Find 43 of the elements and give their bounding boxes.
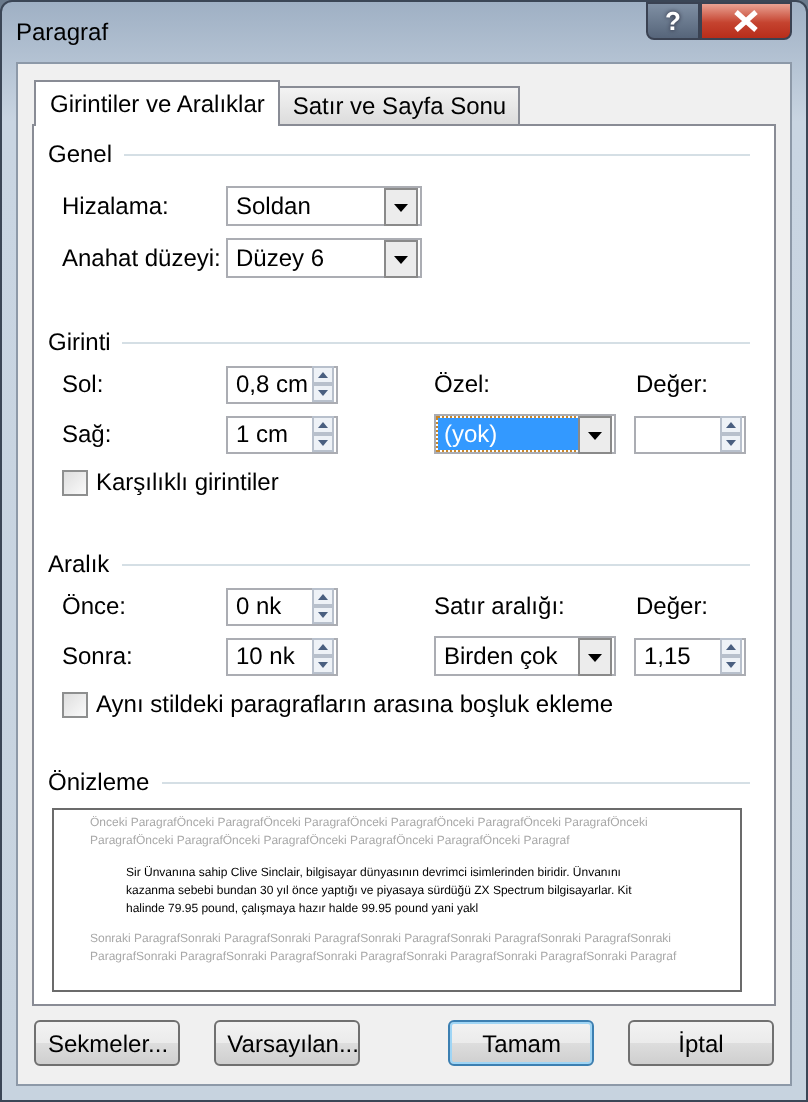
spin-field[interactable]: 1,15 [634,637,746,675]
spin-arrows-icon[interactable] [720,638,742,674]
dialog-button[interactable]: İptal [627,1020,774,1066]
help-button[interactable]: ? [646,2,700,40]
dialog-button[interactable]: Varsayılan... [213,1020,360,1066]
spin-field[interactable]: 0 nk [226,587,338,625]
field-label: Değer: [636,370,709,398]
field-label: Sol: [62,370,106,398]
tab[interactable]: Girintiler ve Aralıklar [34,80,281,126]
section-heading: Aralık [48,550,110,578]
spin-arrows-icon[interactable] [312,588,334,624]
spin-field[interactable]: 1 cm [226,415,338,453]
checkbox-label[interactable]: Aynı stildeki paragrafların arasına boşluk ekleme [96,690,614,718]
field-label: Önce: [62,592,129,620]
dropdown[interactable]: Düzey 6 [226,238,422,278]
spin-field[interactable]: 0,8 cm [226,365,338,403]
dialog-button[interactable]: Sekmeler... [34,1020,180,1066]
field-label: Sonra: [62,642,135,670]
close-icon [734,10,758,32]
section-heading: Girinti [48,328,111,356]
close-button[interactable] [700,2,792,40]
dropdown[interactable]: Soldan [226,186,422,226]
dropdown[interactable]: Birden çok [434,636,616,676]
checkbox[interactable] [62,469,88,495]
spin-arrows-icon[interactable] [720,416,742,452]
checkbox-label[interactable]: Karşılıklı girintiler [96,468,279,496]
field-label: Hizalama: [62,192,171,220]
field-label: Anahat düzeyi: [62,244,223,272]
section-heading: Genel [48,140,113,168]
checkbox[interactable] [62,691,88,717]
spin-arrows-icon[interactable] [312,416,334,452]
field-label: Sağ: [62,420,114,448]
spin-field[interactable]: 10 nk [226,637,338,675]
tab[interactable]: Satır ve Sayfa Sonu [278,86,521,124]
window-title: Paragraf [16,18,109,46]
field-label: Değer: [636,592,709,620]
spin-field[interactable] [634,415,746,453]
field-label: Satır aralığı: [434,592,567,620]
section-heading: Önizleme [48,768,150,796]
spin-arrows-icon[interactable] [312,638,334,674]
spin-arrows-icon[interactable] [312,366,334,402]
field-label: Özel: [434,370,493,398]
dialog-button[interactable]: Tamam [448,1020,595,1066]
